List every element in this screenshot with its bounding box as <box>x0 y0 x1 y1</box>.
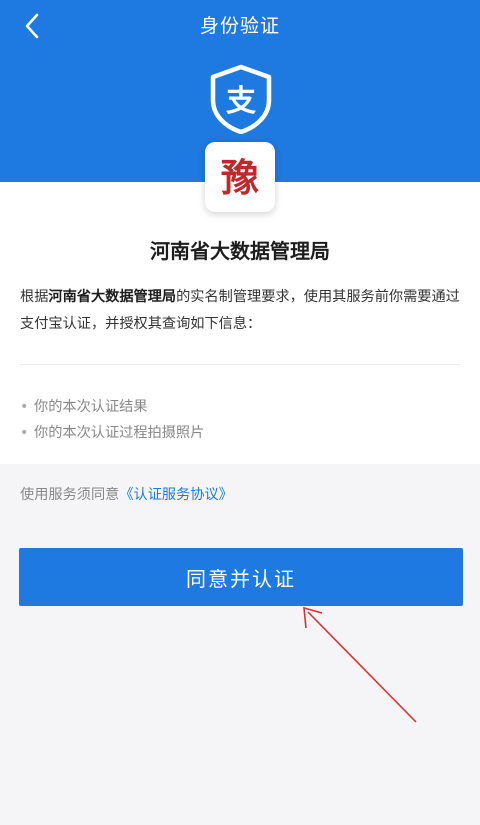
authorization-description: 根据河南省大数据管理局的实名制管理要求，使用其服务前你需要通过支付宝认证，并授权… <box>20 284 462 338</box>
seal-char: 豫 <box>221 155 259 200</box>
seal-logo-icon: 豫 <box>205 142 275 212</box>
desc-prefix: 根据 <box>20 289 49 305</box>
org-name: 河南省大数据管理局 <box>150 239 330 263</box>
agreement-link[interactable]: 《认证服务协议》 <box>119 487 233 503</box>
alipay-shield-icon: 支 <box>208 64 274 135</box>
list-item: 你的本次认证过程拍摄照片 <box>20 420 204 446</box>
list-item: 你的本次认证结果 <box>20 394 204 420</box>
agree-and-verify-button[interactable]: 同意并认证 <box>19 548 463 606</box>
divider <box>20 364 460 365</box>
info-list: 你的本次认证结果 你的本次认证过程拍摄照片 <box>20 394 204 446</box>
page-title: 身份验证 <box>199 15 280 37</box>
shield-char: 支 <box>226 84 256 119</box>
agreement-prefix: 使用服务须同意 <box>20 487 120 503</box>
identity-verification-screen: 身份验证 支 豫 河南省大数据管理局 根据河南省大数据管理局的实名制管理要求，使… <box>0 0 480 825</box>
agreement-notice: 使用服务须同意《认证服务协议》 <box>20 482 233 508</box>
desc-org-name: 河南省大数据管理局 <box>48 289 177 305</box>
